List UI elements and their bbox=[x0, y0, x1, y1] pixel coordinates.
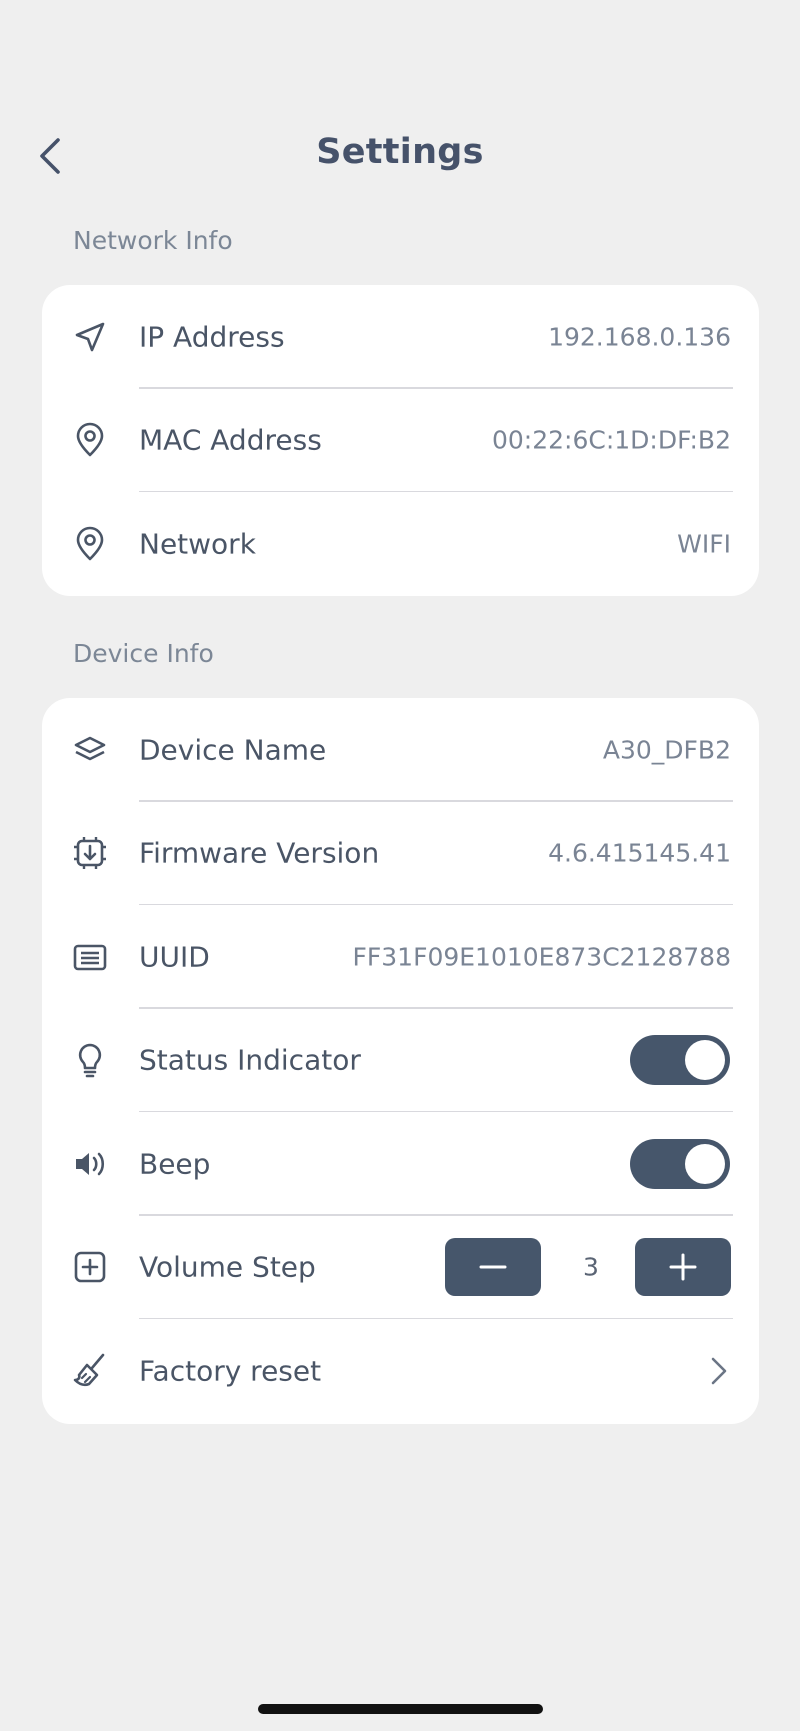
ip-address-value: 192.168.0.136 bbox=[548, 322, 731, 352]
device-name-row: Device Name A30_DFB2 bbox=[42, 698, 759, 802]
plus-icon bbox=[669, 1253, 697, 1281]
list-card-icon bbox=[70, 937, 110, 977]
firmware-version-row: Firmware Version 4.6.415145.41 bbox=[42, 802, 759, 905]
minus-icon bbox=[479, 1265, 507, 1269]
location-pin-icon bbox=[70, 524, 110, 564]
factory-reset-label: Factory reset bbox=[139, 1354, 322, 1388]
uuid-label: UUID bbox=[139, 940, 210, 974]
beep-toggle[interactable] bbox=[630, 1138, 730, 1189]
uuid-value: FF31F09E1010E873C2128788 bbox=[352, 942, 732, 972]
section-label-network-info: Network Info bbox=[73, 226, 233, 255]
firmware-version-value: 4.6.415145.41 bbox=[548, 838, 731, 868]
firmware-version-label: Firmware Version bbox=[139, 836, 380, 870]
status-indicator-toggle[interactable] bbox=[630, 1035, 730, 1086]
plus-square-icon bbox=[70, 1247, 110, 1287]
layers-icon bbox=[70, 730, 110, 770]
chevron-right-icon bbox=[711, 1357, 727, 1385]
home-indicator bbox=[258, 1704, 543, 1714]
status-indicator-row: Status Indicator bbox=[42, 1009, 759, 1112]
page-title: Settings bbox=[316, 132, 484, 172]
mac-address-value: 00:22:6C:1D:DF:B2 bbox=[491, 425, 731, 455]
network-value: WIFI bbox=[677, 529, 731, 559]
volume-step-row: Volume Step 3 bbox=[42, 1216, 759, 1319]
status-indicator-label: Status Indicator bbox=[139, 1043, 361, 1077]
volume-increase-button[interactable] bbox=[635, 1238, 731, 1297]
toggle-knob bbox=[685, 1040, 725, 1081]
uuid-row: UUID FF31F09E1010E873C2128788 bbox=[42, 905, 759, 1009]
navigation-arrow-icon bbox=[70, 317, 110, 357]
section-label-device-info: Device Info bbox=[73, 639, 214, 668]
speaker-icon bbox=[70, 1144, 110, 1184]
volume-step-value: 3 bbox=[583, 1252, 599, 1282]
top-bar: Settings bbox=[0, 110, 800, 200]
network-label: Network bbox=[139, 527, 256, 561]
toggle-knob bbox=[685, 1143, 725, 1184]
volume-step-label: Volume Step bbox=[139, 1250, 316, 1284]
device-info-card: Device Name A30_DFB2 Firmware Version 4.… bbox=[42, 698, 759, 1424]
ip-address-row: IP Address 192.168.0.136 bbox=[42, 285, 759, 389]
mac-address-row: MAC Address 00:22:6C:1D:DF:B2 bbox=[42, 389, 759, 492]
beep-label: Beep bbox=[139, 1147, 211, 1181]
ip-address-label: IP Address bbox=[139, 320, 285, 354]
chip-download-icon bbox=[70, 833, 110, 873]
factory-reset-row[interactable]: Factory reset bbox=[42, 1319, 759, 1423]
network-row: Network WIFI bbox=[42, 492, 759, 596]
volume-decrease-button[interactable] bbox=[445, 1238, 541, 1297]
network-info-card: IP Address 192.168.0.136 MAC Address 00:… bbox=[42, 285, 759, 596]
beep-row: Beep bbox=[42, 1112, 759, 1216]
mac-address-label: MAC Address bbox=[139, 423, 322, 457]
broom-icon bbox=[70, 1351, 110, 1391]
lightbulb-icon bbox=[70, 1040, 110, 1080]
device-name-label: Device Name bbox=[139, 733, 327, 767]
device-name-value: A30_DFB2 bbox=[602, 735, 731, 765]
location-pin-icon bbox=[70, 420, 110, 460]
